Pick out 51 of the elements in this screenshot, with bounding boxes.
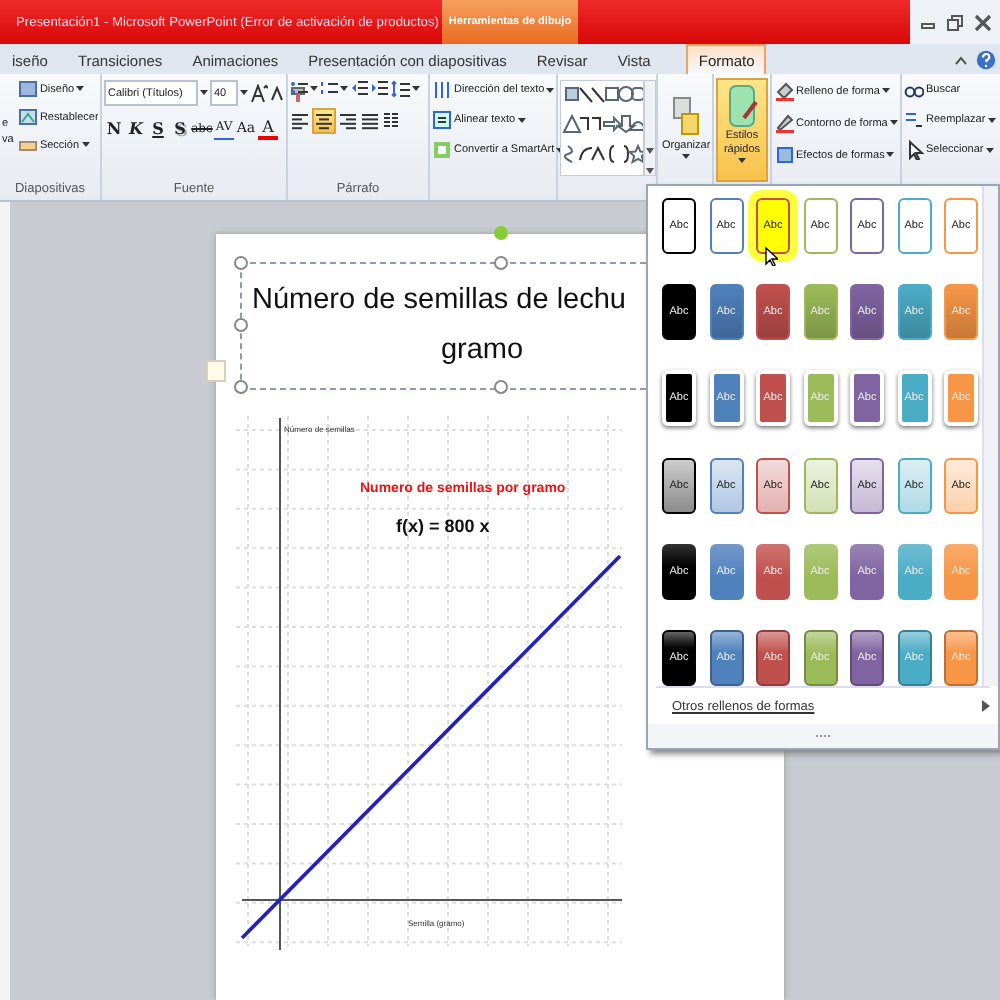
align-button[interactable] (338, 110, 358, 132)
bullets-icon[interactable] (290, 80, 308, 98)
resize-handle[interactable] (494, 256, 508, 270)
line-spacing-icon[interactable] (390, 80, 410, 98)
align-text-icon (432, 110, 452, 130)
paint-bucket-icon (774, 80, 794, 102)
align-button[interactable] (312, 108, 336, 134)
formula-label: f(x) = 800 x (396, 516, 490, 536)
text-direction-icon (432, 80, 452, 100)
mouse-pointer-icon (764, 246, 778, 266)
replace-icon (904, 110, 924, 130)
columns-icon[interactable] (382, 112, 400, 130)
resize-grip-icon[interactable] (813, 733, 833, 740)
numbering-icon[interactable] (320, 80, 338, 98)
resize-handle[interactable] (234, 256, 248, 270)
decrease-indent-icon[interactable] (350, 80, 368, 98)
scrollbar[interactable] (982, 186, 998, 686)
shadow-button[interactable]: S (170, 117, 190, 139)
reset-icon (17, 108, 38, 126)
cursor-icon (904, 140, 924, 160)
close-icon[interactable] (973, 13, 991, 31)
align-icon (292, 112, 308, 130)
align-button[interactable] (360, 110, 380, 132)
slide-title: Número de semillas de lechu gramo (250, 282, 628, 370)
resize-handle[interactable] (494, 380, 508, 394)
align-icon (362, 112, 378, 130)
resize-handle[interactable] (234, 318, 248, 332)
help-icon[interactable] (976, 49, 996, 69)
section-icon (17, 136, 38, 154)
resize-handle[interactable] (234, 380, 248, 394)
shapes-gallery[interactable] (560, 80, 656, 176)
rotate-handle[interactable] (494, 226, 508, 240)
arrange-icon (672, 96, 701, 140)
align-icon (316, 112, 332, 130)
smartart-icon (432, 140, 452, 160)
quick-styles-icon (726, 82, 758, 130)
bold-button[interactable]: N (104, 117, 124, 139)
layout-icon (17, 80, 38, 98)
grow-font-icon[interactable] (250, 83, 268, 103)
color-button[interactable]: A (258, 117, 278, 139)
align-icon (340, 112, 356, 130)
italic-button[interactable]: K (126, 117, 146, 139)
chevron-right-icon (982, 700, 990, 713)
restore-icon[interactable] (945, 13, 963, 31)
underline-button[interactable]: S (148, 117, 168, 139)
collapse-icon[interactable] (954, 53, 968, 65)
increase-indent-icon[interactable] (370, 80, 388, 98)
effects-icon (774, 144, 794, 166)
shrink-font-icon[interactable] (270, 84, 286, 102)
align-button[interactable] (290, 110, 310, 132)
pencil-icon (774, 112, 794, 134)
